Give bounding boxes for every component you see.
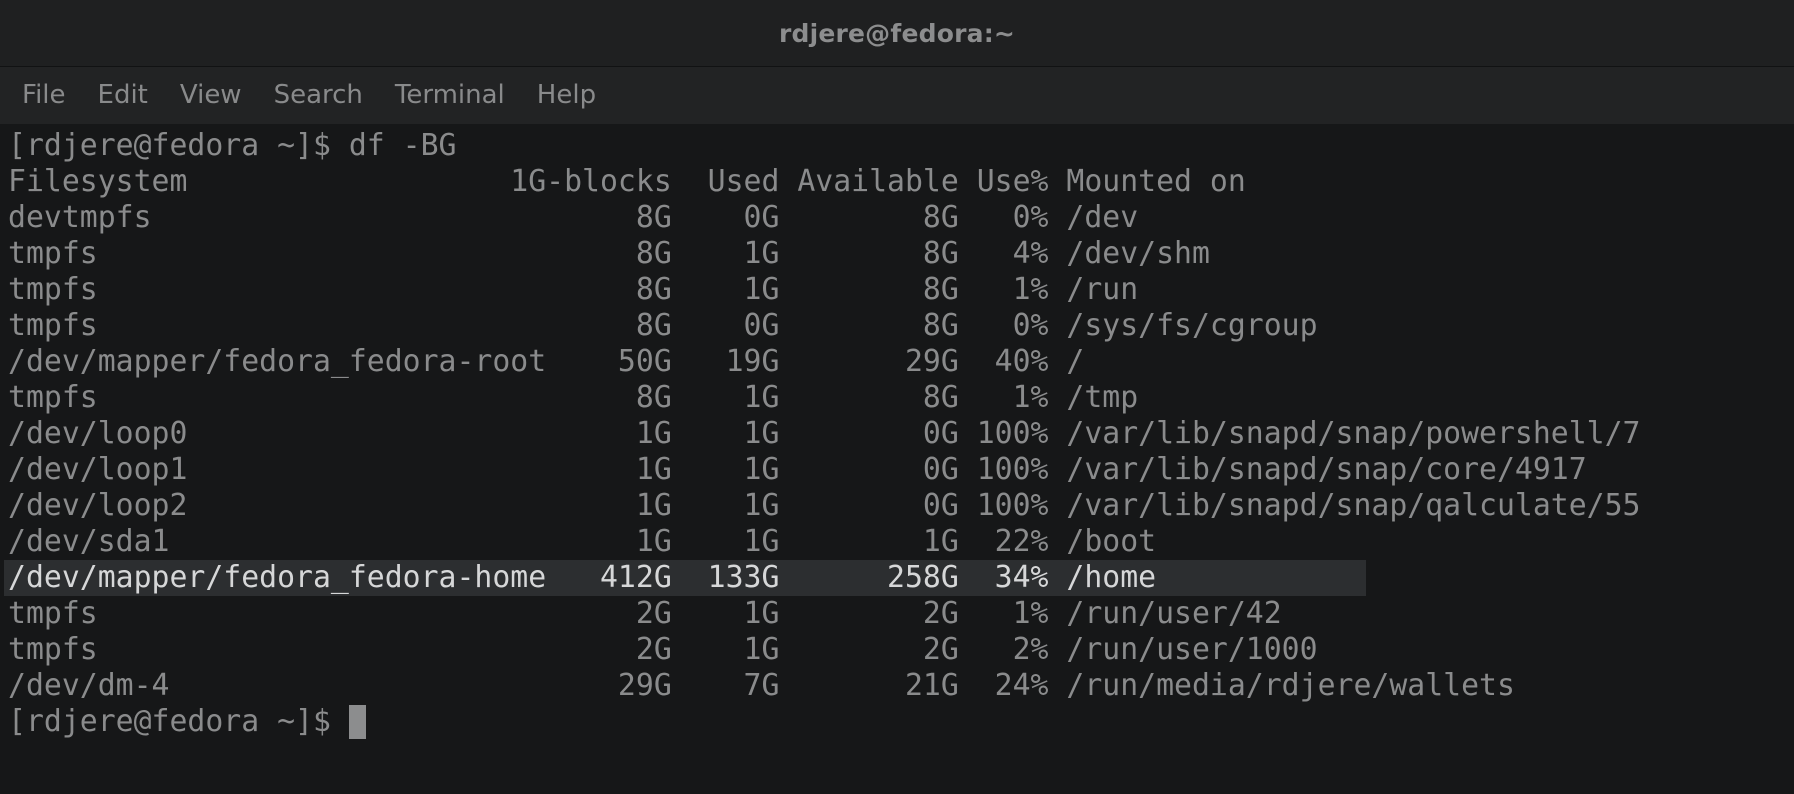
df-row: tmpfs 8G 0G 8G 0% /sys/fs/cgroup	[8, 308, 1318, 343]
df-row: tmpfs 2G 1G 2G 2% /run/user/1000	[8, 632, 1318, 667]
window-title: rdjere@fedora:~	[778, 18, 1016, 48]
df-row: tmpfs 8G 1G 8G 1% /tmp	[8, 380, 1139, 415]
df-header-row: Filesystem 1G-blocks Used Available Use%…	[8, 164, 1246, 199]
menu-search[interactable]: Search	[258, 67, 379, 124]
df-row: /dev/loop2 1G 1G 0G 100% /var/lib/snapd/…	[8, 488, 1641, 523]
df-row: /dev/loop1 1G 1G 0G 100% /var/lib/snapd/…	[8, 452, 1587, 487]
df-row: /dev/mapper/fedora_fedora-root 50G 19G 2…	[8, 344, 1085, 379]
df-row: tmpfs 8G 1G 8G 1% /run	[8, 272, 1139, 307]
command-line: [rdjere@fedora ~]$ df -BG	[8, 128, 457, 163]
df-row: tmpfs 8G 1G 8G 4% /dev/shm	[8, 236, 1210, 271]
menu-view[interactable]: View	[164, 67, 258, 124]
prompt-line[interactable]: [rdjere@fedora ~]$	[8, 704, 1794, 740]
prompt-text: [rdjere@fedora ~]$	[8, 704, 349, 739]
menu-bar: File Edit View Search Terminal Help	[0, 67, 1794, 124]
df-row: /dev/sda1 1G 1G 1G 22% /boot	[8, 524, 1157, 559]
df-row: /dev/loop0 1G 1G 0G 100% /var/lib/snapd/…	[8, 416, 1641, 451]
title-bar[interactable]: rdjere@fedora:~	[0, 0, 1794, 67]
df-row: tmpfs 2G 1G 2G 1% /run/user/42	[8, 596, 1282, 631]
df-row: /dev/dm-4 29G 7G 21G 24% /run/media/rdje…	[8, 668, 1515, 703]
terminal-window: rdjere@fedora:~ File Edit View Search Te…	[0, 0, 1794, 794]
terminal-output[interactable]: [rdjere@fedora ~]$ df -BG Filesystem 1G-…	[0, 124, 1794, 794]
text-cursor	[348, 705, 366, 739]
menu-edit[interactable]: Edit	[82, 67, 164, 124]
df-row-highlighted: /dev/mapper/fedora_fedora-home 412G 133G…	[4, 560, 1366, 596]
df-row: devtmpfs 8G 0G 8G 0% /dev	[8, 200, 1139, 235]
menu-help[interactable]: Help	[521, 67, 612, 124]
menu-file[interactable]: File	[6, 67, 82, 124]
menu-terminal[interactable]: Terminal	[379, 67, 521, 124]
